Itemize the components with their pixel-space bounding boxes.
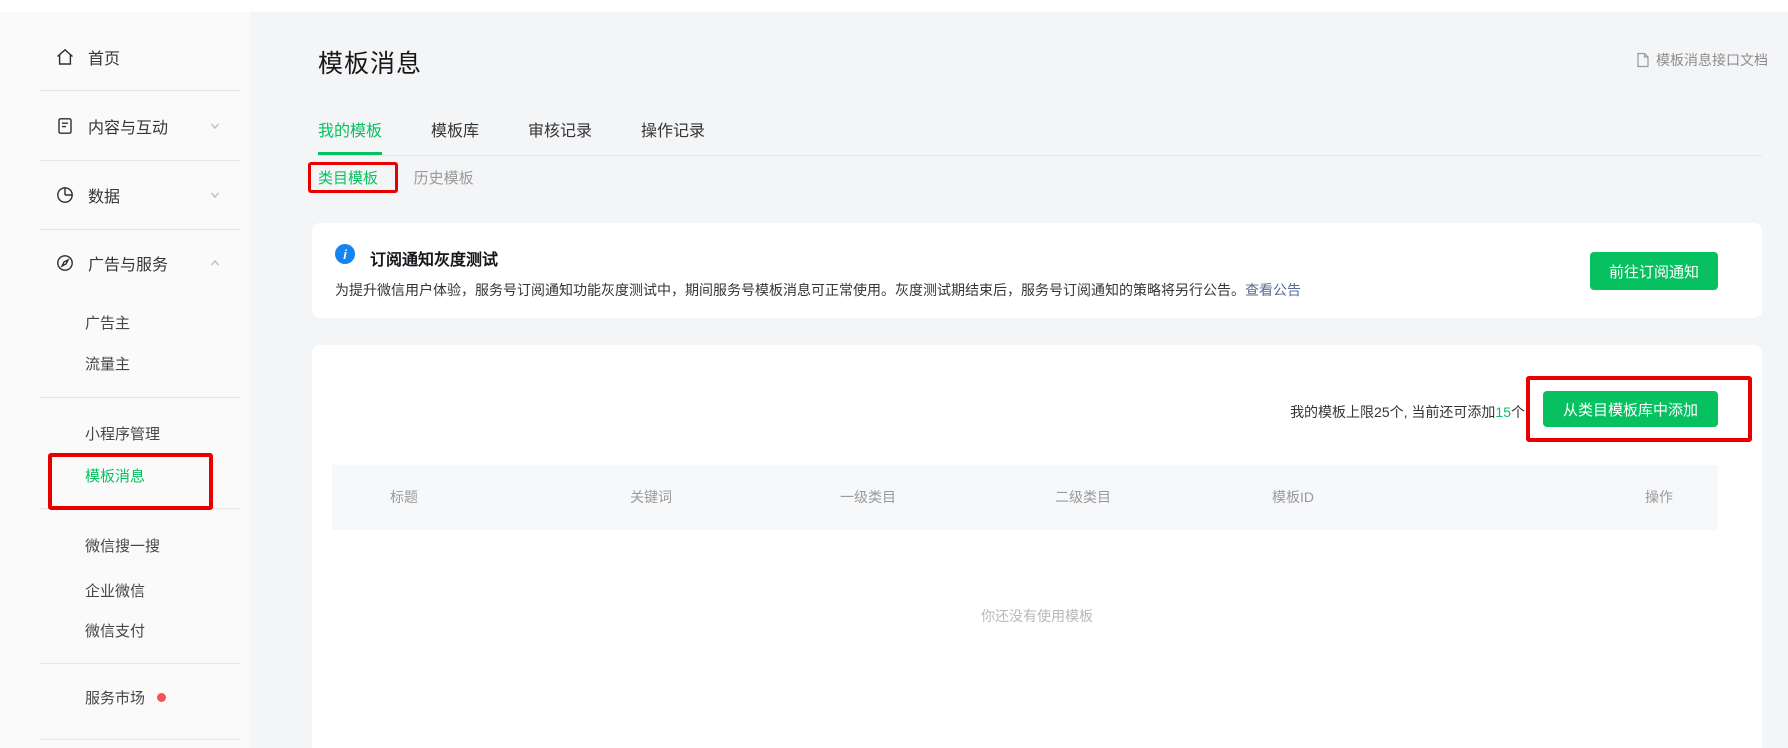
sidebar-item-content[interactable]: 内容与互动 xyxy=(0,115,250,137)
template-limit-text: 我的模板上限25个, 当前还可添加15个 xyxy=(1290,402,1525,422)
ads-services-icon xyxy=(55,253,75,273)
red-dot-badge xyxy=(157,693,166,702)
sidebar-item-traffic-owner[interactable]: 流量主 xyxy=(0,353,250,373)
sidebar-item-label: 数据 xyxy=(88,183,120,207)
sub-tab-bar: 类目模板 | 历史模板 xyxy=(318,166,474,188)
home-icon xyxy=(55,47,75,67)
tab-operation-records[interactable]: 操作记录 xyxy=(641,119,705,155)
column-header-category-l2: 二级类目 xyxy=(1055,465,1111,530)
sidebar-item-data[interactable]: 数据 xyxy=(0,184,250,206)
sidebar-item-label: 广告与服务 xyxy=(88,251,168,275)
sidebar-item-label: 首页 xyxy=(88,45,120,69)
column-header-template-id: 模板ID xyxy=(1272,465,1314,530)
sidebar-divider xyxy=(40,508,240,509)
sidebar-item-advertiser[interactable]: 广告主 xyxy=(0,312,250,332)
sidebar-divider xyxy=(40,160,240,161)
sidebar-item-home[interactable]: 首页 xyxy=(0,46,250,68)
banner-title: 订阅通知灰度测试 xyxy=(370,246,498,270)
sidebar-item-wechat-pay[interactable]: 微信支付 xyxy=(0,620,250,640)
sidebar-divider xyxy=(40,739,240,740)
column-header-keyword: 关键词 xyxy=(630,465,672,530)
chevron-down-icon xyxy=(208,119,222,133)
sidebar-item-service-market[interactable]: 服务市场 xyxy=(0,687,250,707)
tab-my-templates[interactable]: 我的模板 xyxy=(318,119,382,155)
template-api-doc-link[interactable]: 模板消息接口文档 xyxy=(1635,50,1768,70)
sidebar-divider xyxy=(40,90,240,91)
sidebar-divider xyxy=(40,229,240,230)
info-icon: i xyxy=(335,244,355,264)
page-title: 模板消息 xyxy=(318,44,422,80)
empty-state-text: 你还没有使用模板 xyxy=(312,606,1762,626)
chevron-up-icon xyxy=(208,256,222,270)
tab-bar: 我的模板 模板库 审核记录 操作记录 xyxy=(318,119,1762,156)
sidebar-item-wechat-search[interactable]: 微信搜一搜 xyxy=(0,535,250,555)
subtab-history-template[interactable]: 历史模板 xyxy=(414,167,474,188)
wechat-mp-admin-window: 首页 内容与互动 数据 广告与服务 广告主 流量主 xyxy=(0,0,1788,748)
subscribe-notice-banner xyxy=(312,223,1762,318)
goto-subscribe-notice-button[interactable]: 前往订阅通知 xyxy=(1590,252,1718,290)
sidebar-item-miniprogram[interactable]: 小程序管理 xyxy=(0,423,250,443)
banner-body: 为提升微信用户体验，服务号订阅通知功能灰度测试中，期间服务号模板消息可正常使用。… xyxy=(335,280,1301,300)
add-from-category-library-button[interactable]: 从类目模板库中添加 xyxy=(1543,391,1718,427)
template-table-header: 标题 关键词 一级类目 二级类目 模板ID 操作 xyxy=(332,465,1718,530)
column-header-title: 标题 xyxy=(390,465,418,530)
data-icon xyxy=(55,185,75,205)
tab-review-records[interactable]: 审核记录 xyxy=(528,119,592,155)
sidebar-item-label: 内容与互动 xyxy=(88,114,168,138)
remaining-count: 15 xyxy=(1495,404,1511,420)
document-icon xyxy=(1635,52,1651,68)
subtab-category-template[interactable]: 类目模板 xyxy=(318,167,378,188)
column-header-category-l1: 一级类目 xyxy=(840,465,896,530)
column-header-actions: 操作 xyxy=(1645,465,1673,530)
content-icon xyxy=(55,116,75,136)
sidebar-divider xyxy=(40,397,240,398)
view-announcement-link[interactable]: 查看公告 xyxy=(1245,282,1301,298)
sidebar-item-wecom[interactable]: 企业微信 xyxy=(0,580,250,600)
tab-template-library[interactable]: 模板库 xyxy=(431,119,479,155)
chevron-down-icon xyxy=(208,188,222,202)
sidebar-item-ads-services[interactable]: 广告与服务 xyxy=(0,252,250,274)
sidebar-item-template-message[interactable]: 模板消息 xyxy=(0,465,250,485)
subtab-separator: | xyxy=(394,169,398,185)
sidebar-divider xyxy=(40,663,240,664)
